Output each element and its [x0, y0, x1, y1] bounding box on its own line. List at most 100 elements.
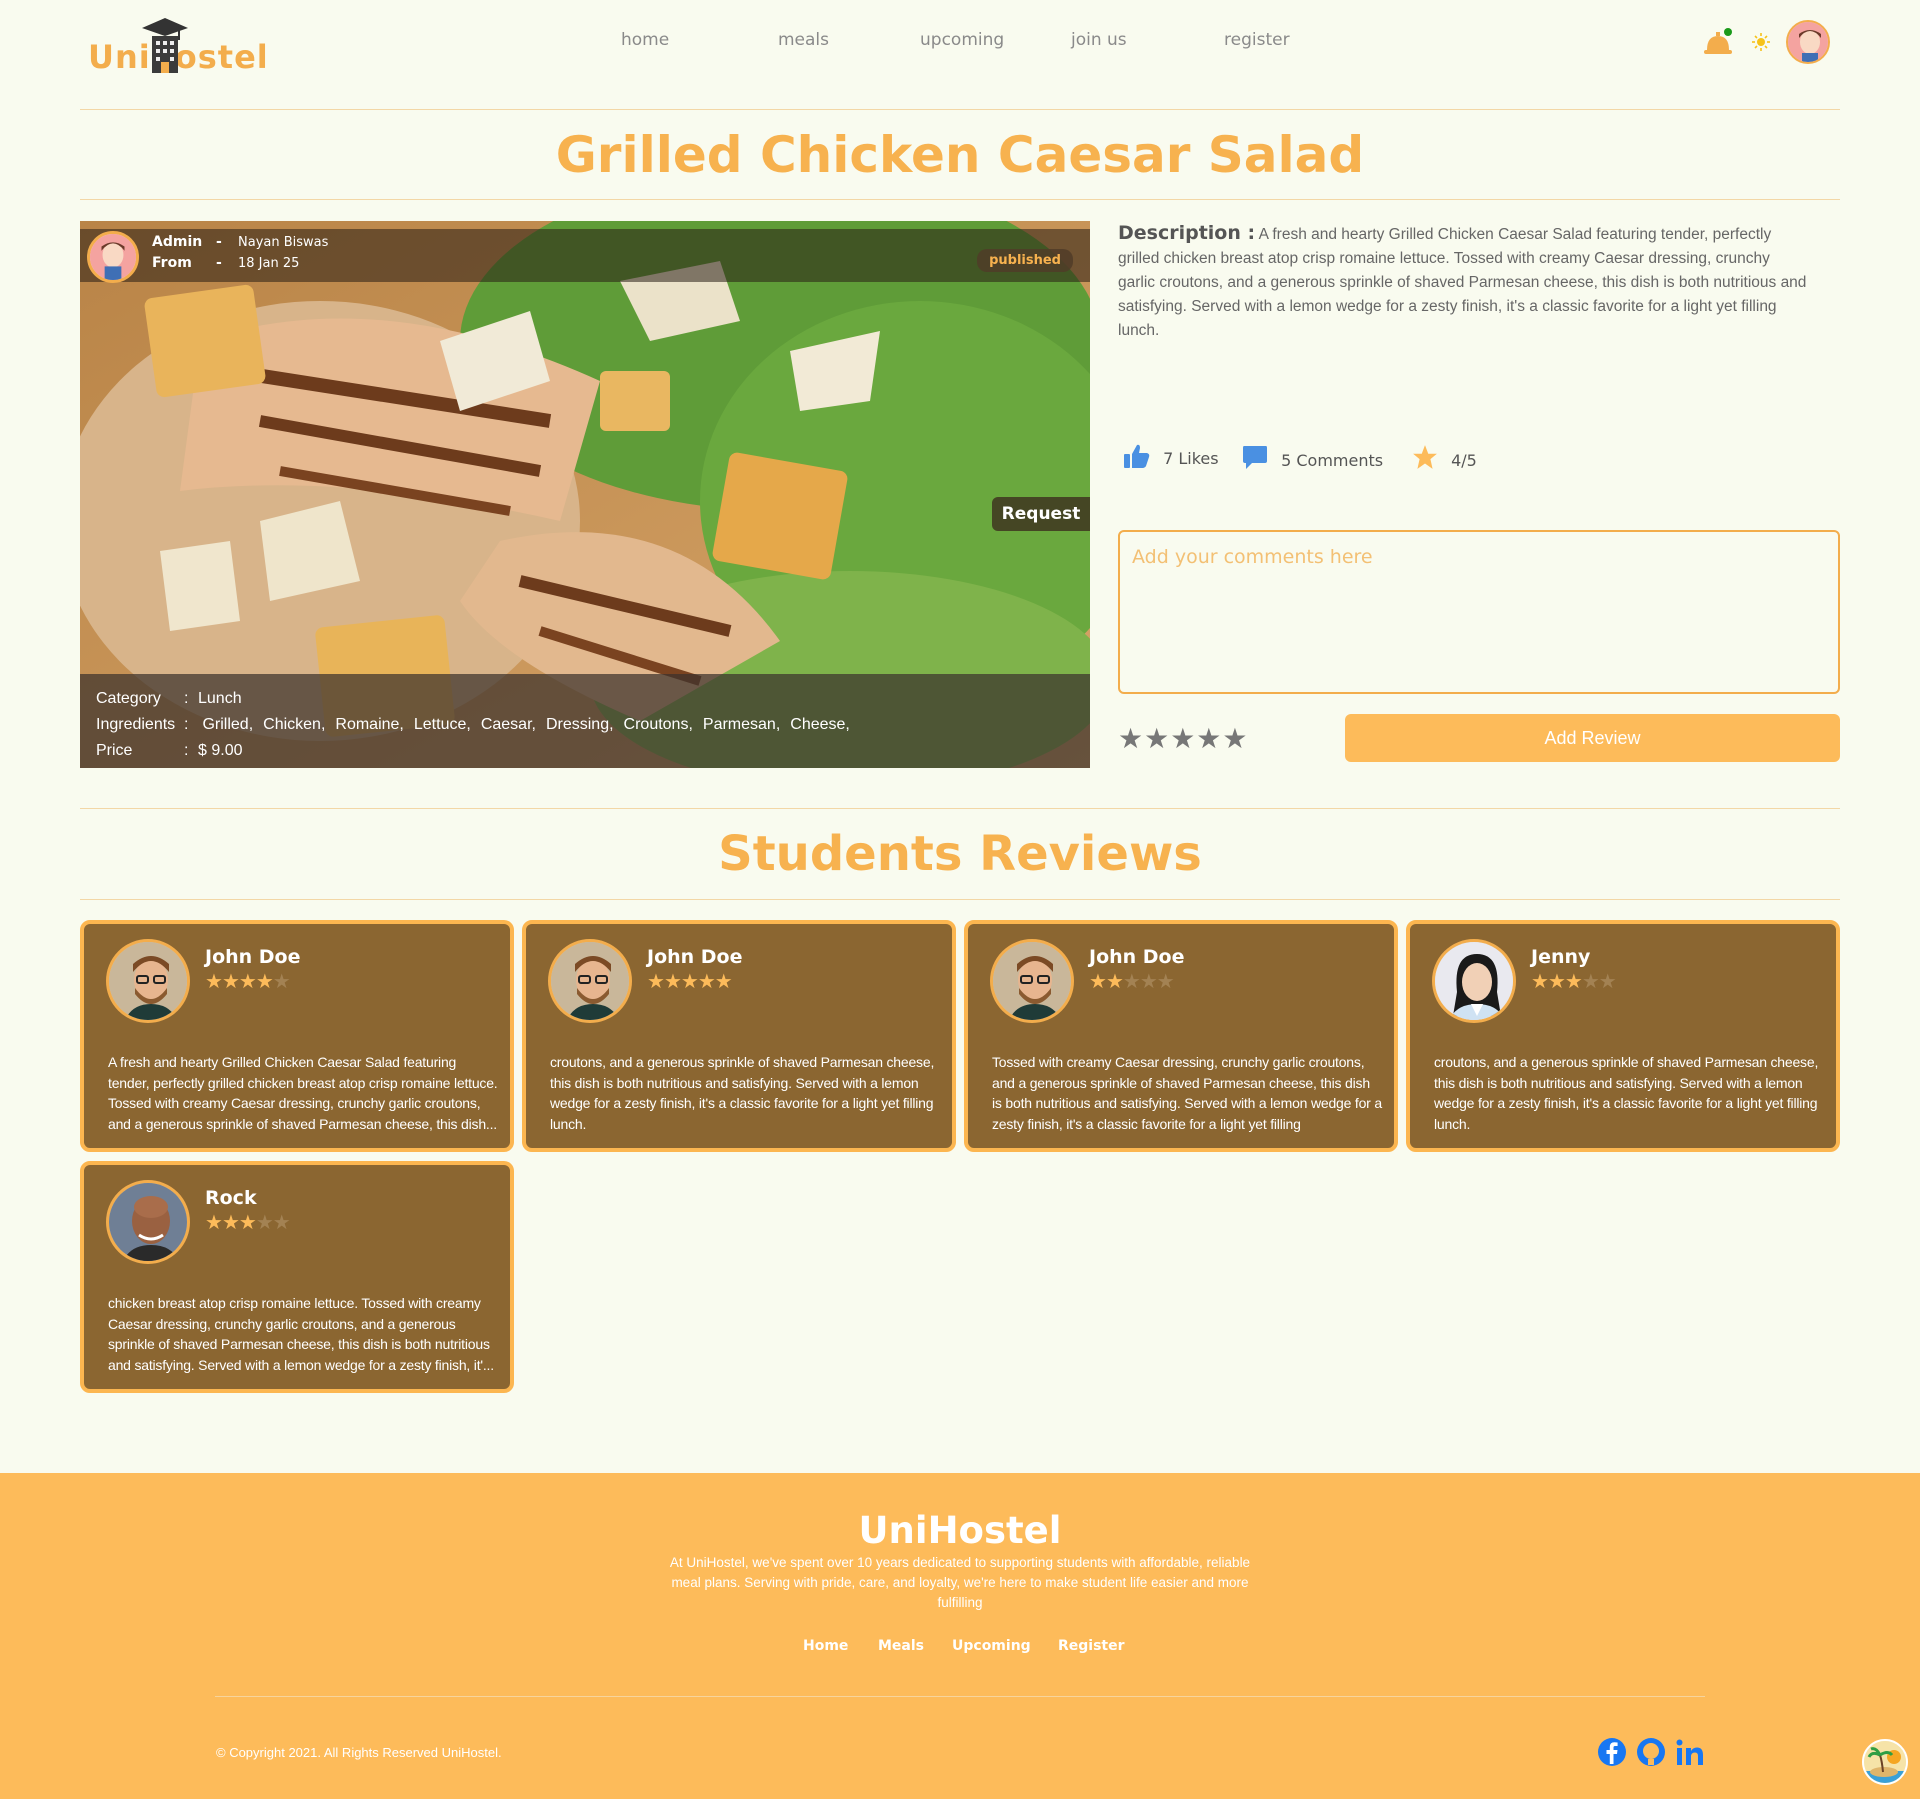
meal-image-card: Admin - Nayan Biswas From -18 Jan 25 publis…: [80, 221, 1090, 768]
review-card: Rock ★★★★★ chicken breast atop crisp romai…: [80, 1161, 514, 1393]
reviewer-name: John Doe: [1089, 946, 1185, 968]
review-text: croutons, and a generous sprinkle of sha…: [550, 1054, 935, 1132]
review-card: John Doe ★★★★★ croutons, and a generous sp…: [522, 920, 956, 1152]
header: Uni ostel home meals upcoming join us reg…: [80, 0, 1840, 110]
nav-home[interactable]: home: [621, 30, 669, 50]
user-avatar[interactable]: [1786, 20, 1830, 64]
star-icon: ★: [272, 971, 291, 993]
reviewer-name: John Doe: [205, 946, 301, 968]
copyright: © Copyright 2021. All Rights Reserved Un…: [216, 1745, 502, 1760]
review-rating: ★★★★★: [1531, 969, 1617, 994]
star-icon: ★: [238, 1212, 257, 1234]
footer: UniHostel At UniHostel, we've spent over…: [0, 1473, 1920, 1799]
from-row: From -18 Jan 25: [152, 255, 300, 271]
star-icon: ★: [238, 971, 257, 993]
review-card: Jenny ★★★★★ croutons, and a generous sprin…: [1406, 920, 1840, 1152]
review-rating: ★★★★★: [1089, 969, 1175, 994]
reviewer-avatar: [548, 939, 632, 1023]
star-icon: ★: [1581, 971, 1600, 993]
reviewer-name: John Doe: [647, 946, 743, 968]
review-rating: ★★★★★: [205, 969, 291, 994]
admin-avatar: [87, 231, 139, 283]
request-button[interactable]: Request: [992, 497, 1090, 531]
island-icon[interactable]: [1862, 1739, 1908, 1785]
star-icon: ★: [680, 971, 699, 993]
star-icon: ★: [697, 971, 716, 993]
add-review-button[interactable]: Add Review: [1345, 714, 1840, 762]
star-icon: ★: [1598, 971, 1617, 993]
rating-input[interactable]: ★★★★★: [1118, 722, 1249, 755]
category-row: Category: Lunch: [96, 690, 242, 707]
meal-title-section: Grilled Chicken Caesar Salad: [80, 110, 1840, 200]
nav-register[interactable]: register: [1224, 30, 1290, 50]
star-icon: ★: [663, 971, 682, 993]
reviewer-avatar: [990, 939, 1074, 1023]
footer-link-upcoming[interactable]: Upcoming: [952, 1638, 1031, 1654]
star-icon: ★: [221, 1212, 240, 1234]
footer-link-home[interactable]: Home: [803, 1638, 848, 1654]
ingredients-row: Ingredients: Grilled, Chicken, Romaine, Let…: [96, 716, 850, 733]
status-badge: published: [977, 249, 1073, 272]
reviewer-avatar: [106, 939, 190, 1023]
review-rating: ★★★★★: [647, 969, 733, 994]
review-card: John Doe ★★★★★ A fresh and hearty Grilled …: [80, 920, 514, 1152]
meal-title: Grilled Chicken Caesar Salad: [555, 126, 1365, 184]
star-icon: ★: [1105, 971, 1124, 993]
rating-display: 4/5: [1412, 444, 1477, 474]
star-icon: ★: [1139, 971, 1158, 993]
facebook-icon[interactable]: [1597, 1737, 1627, 1767]
star-icon: ★: [1089, 971, 1107, 993]
github-icon[interactable]: [1636, 1737, 1666, 1767]
star-icon: ★: [1564, 971, 1583, 993]
meal-info-bar: Category: Lunch Ingredients: Grilled, Chic…: [80, 674, 1090, 768]
star-icon: ★: [647, 971, 665, 993]
star-icon: ★: [255, 971, 274, 993]
footer-about: At UniHostel, we've spent over 10 years …: [669, 1555, 1251, 1610]
user-avatar-image: [1788, 22, 1828, 62]
star-icon: ★: [1547, 971, 1566, 993]
star-icon: [1413, 445, 1437, 469]
star-icon: ★: [1531, 971, 1549, 993]
review-text: chicken breast atop crisp romaine lettuc…: [108, 1295, 494, 1373]
meal-meta-bar: Admin - Nayan Biswas From -18 Jan 25 publis…: [80, 229, 1090, 283]
meal-description: Description : A fresh and hearty Grilled…: [1118, 221, 1808, 343]
reviewer-name: Rock: [205, 1187, 257, 1209]
reviews-section-title: Students Reviews: [80, 808, 1840, 900]
price-row: Price: $ 9.00: [96, 742, 243, 759]
reviewer-name: Jenny: [1531, 946, 1591, 968]
review-text: A fresh and hearty Grilled Chicken Caesa…: [108, 1054, 498, 1132]
footer-link-meals[interactable]: Meals: [878, 1638, 924, 1654]
description-label: Description :: [1118, 222, 1256, 244]
review-rating: ★★★★★: [205, 1210, 291, 1235]
like-button[interactable]: 7 Likes: [1124, 444, 1219, 472]
comment-textarea[interactable]: Add your comments here: [1118, 530, 1840, 694]
star-icon: ★: [272, 1212, 291, 1234]
review-text: croutons, and a generous sprinkle of sha…: [1434, 1054, 1819, 1132]
nav-join-us[interactable]: join us: [1071, 30, 1127, 50]
admin-avatar-image: [90, 234, 136, 280]
logo[interactable]: Uni ostel: [88, 18, 278, 78]
footer-link-register[interactable]: Register: [1058, 1638, 1125, 1654]
star-icon: ★: [714, 971, 733, 993]
comments-count[interactable]: 5 Comments: [1242, 444, 1383, 474]
star-icon: ★: [255, 1212, 274, 1234]
admin-row: Admin - Nayan Biswas: [152, 234, 329, 250]
review-text: Tossed with creamy Caesar dressing, crun…: [992, 1054, 1382, 1132]
star-icon: ★: [1122, 971, 1141, 993]
star-icon: ★: [205, 971, 223, 993]
comment-icon: [1243, 446, 1267, 469]
bell-icon[interactable]: [1704, 28, 1734, 56]
reviewer-avatar: [106, 1180, 190, 1264]
nav-upcoming[interactable]: upcoming: [920, 30, 1004, 50]
nav-meals[interactable]: meals: [778, 30, 829, 50]
reviewer-avatar: [1432, 939, 1516, 1023]
reviews-heading: Students Reviews: [718, 826, 1202, 882]
thumbs-up-icon: [1124, 444, 1150, 468]
review-card: John Doe ★★★★★ Tossed with creamy Caesar d…: [964, 920, 1398, 1152]
star-icon: ★: [1156, 971, 1175, 993]
star-icon: ★: [221, 971, 240, 993]
building-icon: [142, 18, 188, 73]
footer-brand: UniHostel: [858, 1509, 1062, 1552]
linkedin-icon[interactable]: [1675, 1737, 1705, 1767]
sun-icon[interactable]: [1752, 33, 1770, 51]
